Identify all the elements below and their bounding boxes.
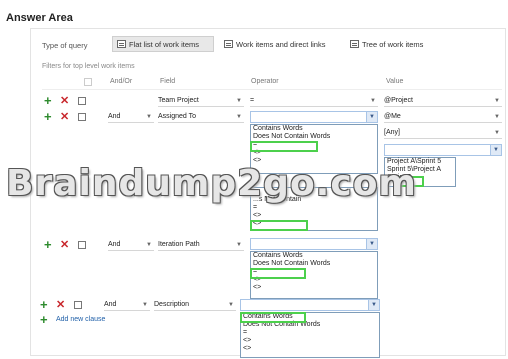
header-divider	[42, 89, 502, 90]
field-dropdown[interactable]: Team Project ▼	[158, 95, 244, 107]
add-new-clause-link[interactable]: Add new clause	[56, 316, 105, 323]
chevron-down-icon[interactable]: ▼	[490, 145, 501, 155]
option-not-equals[interactable]: <>	[241, 345, 379, 353]
andor-dropdown[interactable]: And ▼	[104, 299, 150, 311]
operator-combo[interactable]: ▼	[250, 238, 378, 250]
delete-clause-icon[interactable]: ✕	[56, 300, 65, 311]
braindump-watermark: Braindump2go.com	[6, 163, 417, 204]
andor-dropdown[interactable]: And ▼	[108, 239, 154, 251]
option-does-not-contain[interactable]: Does Not Contain Words	[251, 260, 377, 268]
row-checkbox[interactable]	[78, 241, 86, 249]
tree-option[interactable]: Tree of work items	[346, 36, 446, 52]
chevron-down-icon: ▼	[370, 98, 376, 104]
option-not-equals[interactable]: <>	[241, 337, 379, 345]
option-contains-words[interactable]: Contains Words	[251, 252, 377, 260]
tree-icon	[350, 40, 359, 48]
field-header: Field	[160, 78, 176, 85]
answer-area-title: Answer Area	[6, 12, 73, 24]
andor-dropdown[interactable]: And ▼	[108, 111, 154, 123]
answer-highlight	[250, 141, 318, 152]
query-type-label: Type of query	[42, 41, 88, 50]
operator-combo[interactable]: ▼	[250, 111, 378, 123]
select-all-checkbox[interactable]	[84, 78, 92, 86]
chevron-down-icon: ▼	[228, 302, 234, 308]
option-contains-words[interactable]: Contains Words	[251, 125, 377, 133]
option-equals[interactable]: =	[251, 204, 377, 212]
chevron-down-icon[interactable]: ▼	[368, 300, 379, 310]
direct-links-option[interactable]: Work items and direct links	[220, 36, 342, 52]
add-clause-plus-icon[interactable]: +	[40, 298, 48, 311]
operator-combo[interactable]: ▼	[240, 299, 380, 311]
option-not-equals[interactable]: <>	[251, 284, 377, 292]
chevron-down-icon: ▼	[494, 98, 500, 104]
chevron-down-icon: ▼	[236, 98, 242, 104]
option-not-equals[interactable]: <>	[251, 212, 377, 220]
flat-list-option[interactable]: Flat list of work items	[112, 36, 214, 52]
value-dropdown[interactable]: @Project ▼	[384, 95, 502, 107]
value-combo[interactable]: ▼	[384, 144, 502, 156]
add-new-clause-icon[interactable]: +	[40, 313, 48, 326]
answer-highlight	[250, 220, 308, 231]
andor-header: And/Or	[110, 78, 133, 85]
flat-list-icon	[117, 40, 126, 48]
delete-clause-icon[interactable]: ✕	[60, 112, 69, 123]
chevron-down-icon: ▼	[146, 242, 152, 248]
option-does-not-contain[interactable]: Does Not Contain Words	[251, 133, 377, 141]
option-equals[interactable]: =	[241, 329, 379, 337]
answer-highlight	[250, 268, 306, 279]
chevron-down-icon: ▼	[146, 114, 152, 120]
answer-highlight	[240, 312, 306, 323]
chevron-down-icon: ▼	[236, 114, 242, 120]
value-header: Value	[386, 78, 404, 85]
value-dropdown[interactable]: [Any] ▼	[384, 127, 502, 139]
row-checkbox[interactable]	[74, 301, 82, 309]
add-clause-plus-icon[interactable]: +	[44, 238, 52, 251]
chevron-down-icon: ▼	[142, 302, 148, 308]
chevron-down-icon: ▼	[494, 130, 500, 136]
field-dropdown[interactable]: Description ▼	[154, 299, 236, 311]
add-clause-plus-icon[interactable]: +	[44, 110, 52, 123]
direct-links-icon	[224, 40, 233, 48]
value-dropdown[interactable]: @Me ▼	[384, 111, 502, 123]
chevron-down-icon[interactable]: ▼	[366, 112, 377, 122]
field-dropdown[interactable]: Iteration Path ▼	[158, 239, 244, 251]
field-dropdown[interactable]: Assigned To ▼	[158, 111, 244, 123]
chevron-down-icon: ▼	[494, 114, 500, 120]
add-clause-plus-icon[interactable]: +	[44, 94, 52, 107]
delete-clause-icon[interactable]: ✕	[60, 96, 69, 107]
filters-label: Filters for top level work items	[42, 63, 135, 70]
row-checkbox[interactable]	[78, 97, 86, 105]
delete-clause-icon[interactable]: ✕	[60, 240, 69, 251]
chevron-down-icon: ▼	[236, 242, 242, 248]
chevron-down-icon[interactable]: ▼	[366, 239, 377, 249]
operator-dropdown[interactable]: = ▼	[250, 95, 378, 107]
row-checkbox[interactable]	[78, 113, 86, 121]
operator-header: Operator	[251, 78, 279, 85]
